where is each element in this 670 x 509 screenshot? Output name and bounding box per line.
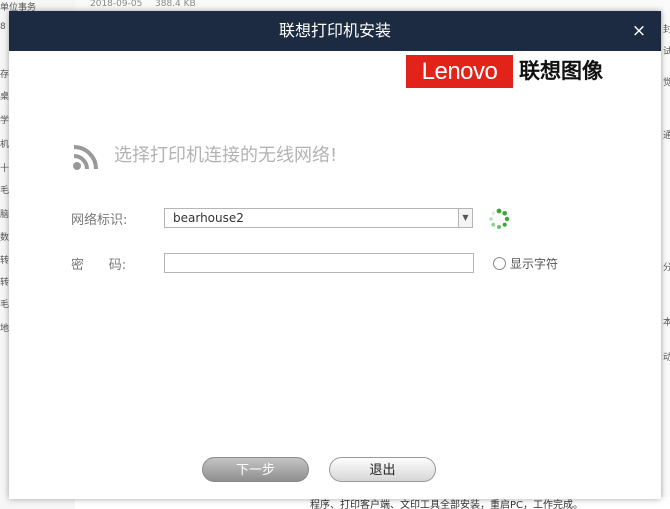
show-chars-label: 显示字符 bbox=[510, 257, 559, 271]
background-sidebar-item: 脑 bbox=[0, 210, 10, 220]
network-id-value: bearhouse2 bbox=[173, 211, 244, 225]
lenovo-brand-box: Lenovo bbox=[406, 55, 513, 88]
background-file-size: 388.4 KB bbox=[155, 0, 196, 9]
exit-button[interactable]: 退出 bbox=[329, 457, 436, 482]
background-right-item: 本 bbox=[663, 318, 670, 328]
network-id-select[interactable]: bearhouse2 ▼ bbox=[164, 208, 473, 228]
background-right-item: 动 bbox=[663, 353, 670, 363]
show-chars-radio[interactable] bbox=[493, 257, 506, 270]
close-icon[interactable]: × bbox=[629, 20, 649, 42]
background-right-item: 分 bbox=[663, 263, 670, 273]
background-sidebar-item: 8 bbox=[0, 22, 6, 32]
loading-spinner-icon bbox=[489, 208, 510, 229]
background-sidebar-item: 机 bbox=[0, 140, 10, 150]
dialog-titlebar: 联想打印机安装 × bbox=[9, 11, 661, 51]
password-field[interactable] bbox=[164, 253, 474, 273]
password-label: 密 码: bbox=[71, 258, 127, 273]
background-sidebar-item: 十 bbox=[0, 164, 10, 174]
background-sidebar-item: 存 bbox=[0, 70, 10, 80]
next-button[interactable]: 下一步 bbox=[202, 457, 309, 482]
background-right-panel: 封 试 觉 通 分 本 动 bbox=[663, 0, 670, 509]
wifi-icon bbox=[73, 145, 98, 170]
lenovo-product-name: 联想图像 bbox=[519, 59, 603, 83]
printer-install-dialog: 联想打印机安装 × Lenovo 联想图像 选择打印机连接的无线网络! 网络标识… bbox=[9, 11, 661, 499]
background-right-item: 封 bbox=[663, 25, 670, 35]
network-id-label: 网络标识: bbox=[71, 213, 128, 228]
background-sidebar-item: 学 bbox=[0, 116, 10, 126]
background-file-date: 2018-09-05 bbox=[90, 0, 143, 9]
background-right-item: 试 bbox=[663, 47, 670, 57]
background-sidebar-item: 桌 bbox=[0, 92, 10, 102]
background-right-item: 通 bbox=[663, 131, 670, 141]
background-right-item: 觉 bbox=[663, 78, 670, 88]
dialog-title: 联想打印机安装 bbox=[278, 21, 391, 40]
wireless-heading-text: 选择打印机连接的无线网络! bbox=[114, 145, 338, 166]
dropdown-arrow-icon[interactable]: ▼ bbox=[458, 209, 472, 227]
